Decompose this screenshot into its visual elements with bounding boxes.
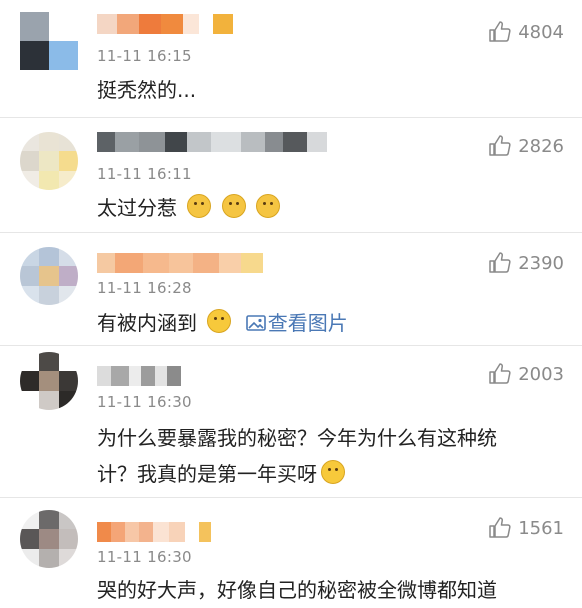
avatar[interactable] <box>20 132 78 190</box>
comment-text-body: 太过分惹 <box>97 196 177 220</box>
username-blurred[interactable] <box>97 14 233 36</box>
doge-emoji-icon <box>187 194 212 218</box>
like-count: 2003 <box>518 363 564 385</box>
username-blurred[interactable] <box>97 253 263 275</box>
avatar[interactable] <box>20 247 78 305</box>
comment-item: 11-11 16:11 太过分惹 2826 <box>0 118 582 233</box>
avatar[interactable] <box>20 510 78 568</box>
like-button[interactable]: 4804 <box>488 20 564 44</box>
laughing-emoji-icon <box>321 460 345 484</box>
comment-text-body: 计？我真的是第一年买呀 <box>97 462 317 486</box>
comment-item: 11-11 16:30 哭的好大声，好像自己的秘密被全微博都知道 1561 <box>0 498 582 603</box>
comment-time: 11-11 16:28 <box>97 279 192 297</box>
username-blurred[interactable] <box>97 522 211 544</box>
view-image-link[interactable]: 查看图片 <box>245 311 348 335</box>
like-button[interactable]: 2390 <box>488 251 564 275</box>
comment-item: 11-11 16:28 有被内涵到 查看图片 2390 <box>0 233 582 346</box>
thumbs-up-icon <box>489 363 511 384</box>
comment-time: 11-11 16:15 <box>97 47 192 65</box>
thumbs-up-icon <box>489 517 511 538</box>
laughing-emoji-icon <box>207 309 232 333</box>
comment-text-line-2: 计？我真的是第一年买呀 <box>97 456 558 492</box>
like-count: 2390 <box>518 252 564 274</box>
avatar[interactable] <box>20 12 78 70</box>
doge-emoji-icon <box>256 194 281 218</box>
comment-time: 11-11 16:30 <box>97 548 192 566</box>
like-count: 2826 <box>518 135 564 157</box>
like-count: 4804 <box>518 21 564 43</box>
comment-item: 11-11 16:15 挺秃然的... 4804 <box>0 0 582 118</box>
comment-text: 太过分惹 <box>97 190 558 226</box>
image-icon <box>245 315 266 331</box>
comment-time: 11-11 16:11 <box>97 165 192 183</box>
like-button[interactable]: 2003 <box>488 362 564 386</box>
doge-emoji-icon <box>221 194 246 218</box>
view-image-label: 查看图片 <box>267 311 348 335</box>
comment-item: 11-11 16:30 为什么要暴露我的秘密？今年为什么有这种统 计？我真的是第… <box>0 346 582 498</box>
comment-text-body: 有被内涵到 <box>97 311 197 335</box>
comment-time: 11-11 16:30 <box>97 393 192 411</box>
thumbs-up-icon <box>489 252 511 273</box>
username-blurred[interactable] <box>97 132 327 154</box>
like-button[interactable]: 2826 <box>488 134 564 158</box>
thumbs-up-icon <box>489 21 511 42</box>
avatar[interactable] <box>20 352 78 410</box>
comment-text: 挺秃然的... <box>97 78 197 102</box>
comment-text: 为什么要暴露我的秘密？今年为什么有这种统 计？我真的是第一年买呀 <box>97 420 558 492</box>
like-button[interactable]: 1561 <box>488 516 564 540</box>
comment-text: 有被内涵到 查看图片 <box>97 305 558 341</box>
thumbs-up-icon <box>489 135 511 156</box>
like-count: 1561 <box>518 517 564 539</box>
comment-text-line: 为什么要暴露我的秘密？今年为什么有这种统 <box>97 426 497 450</box>
username-blurred[interactable] <box>97 366 181 388</box>
